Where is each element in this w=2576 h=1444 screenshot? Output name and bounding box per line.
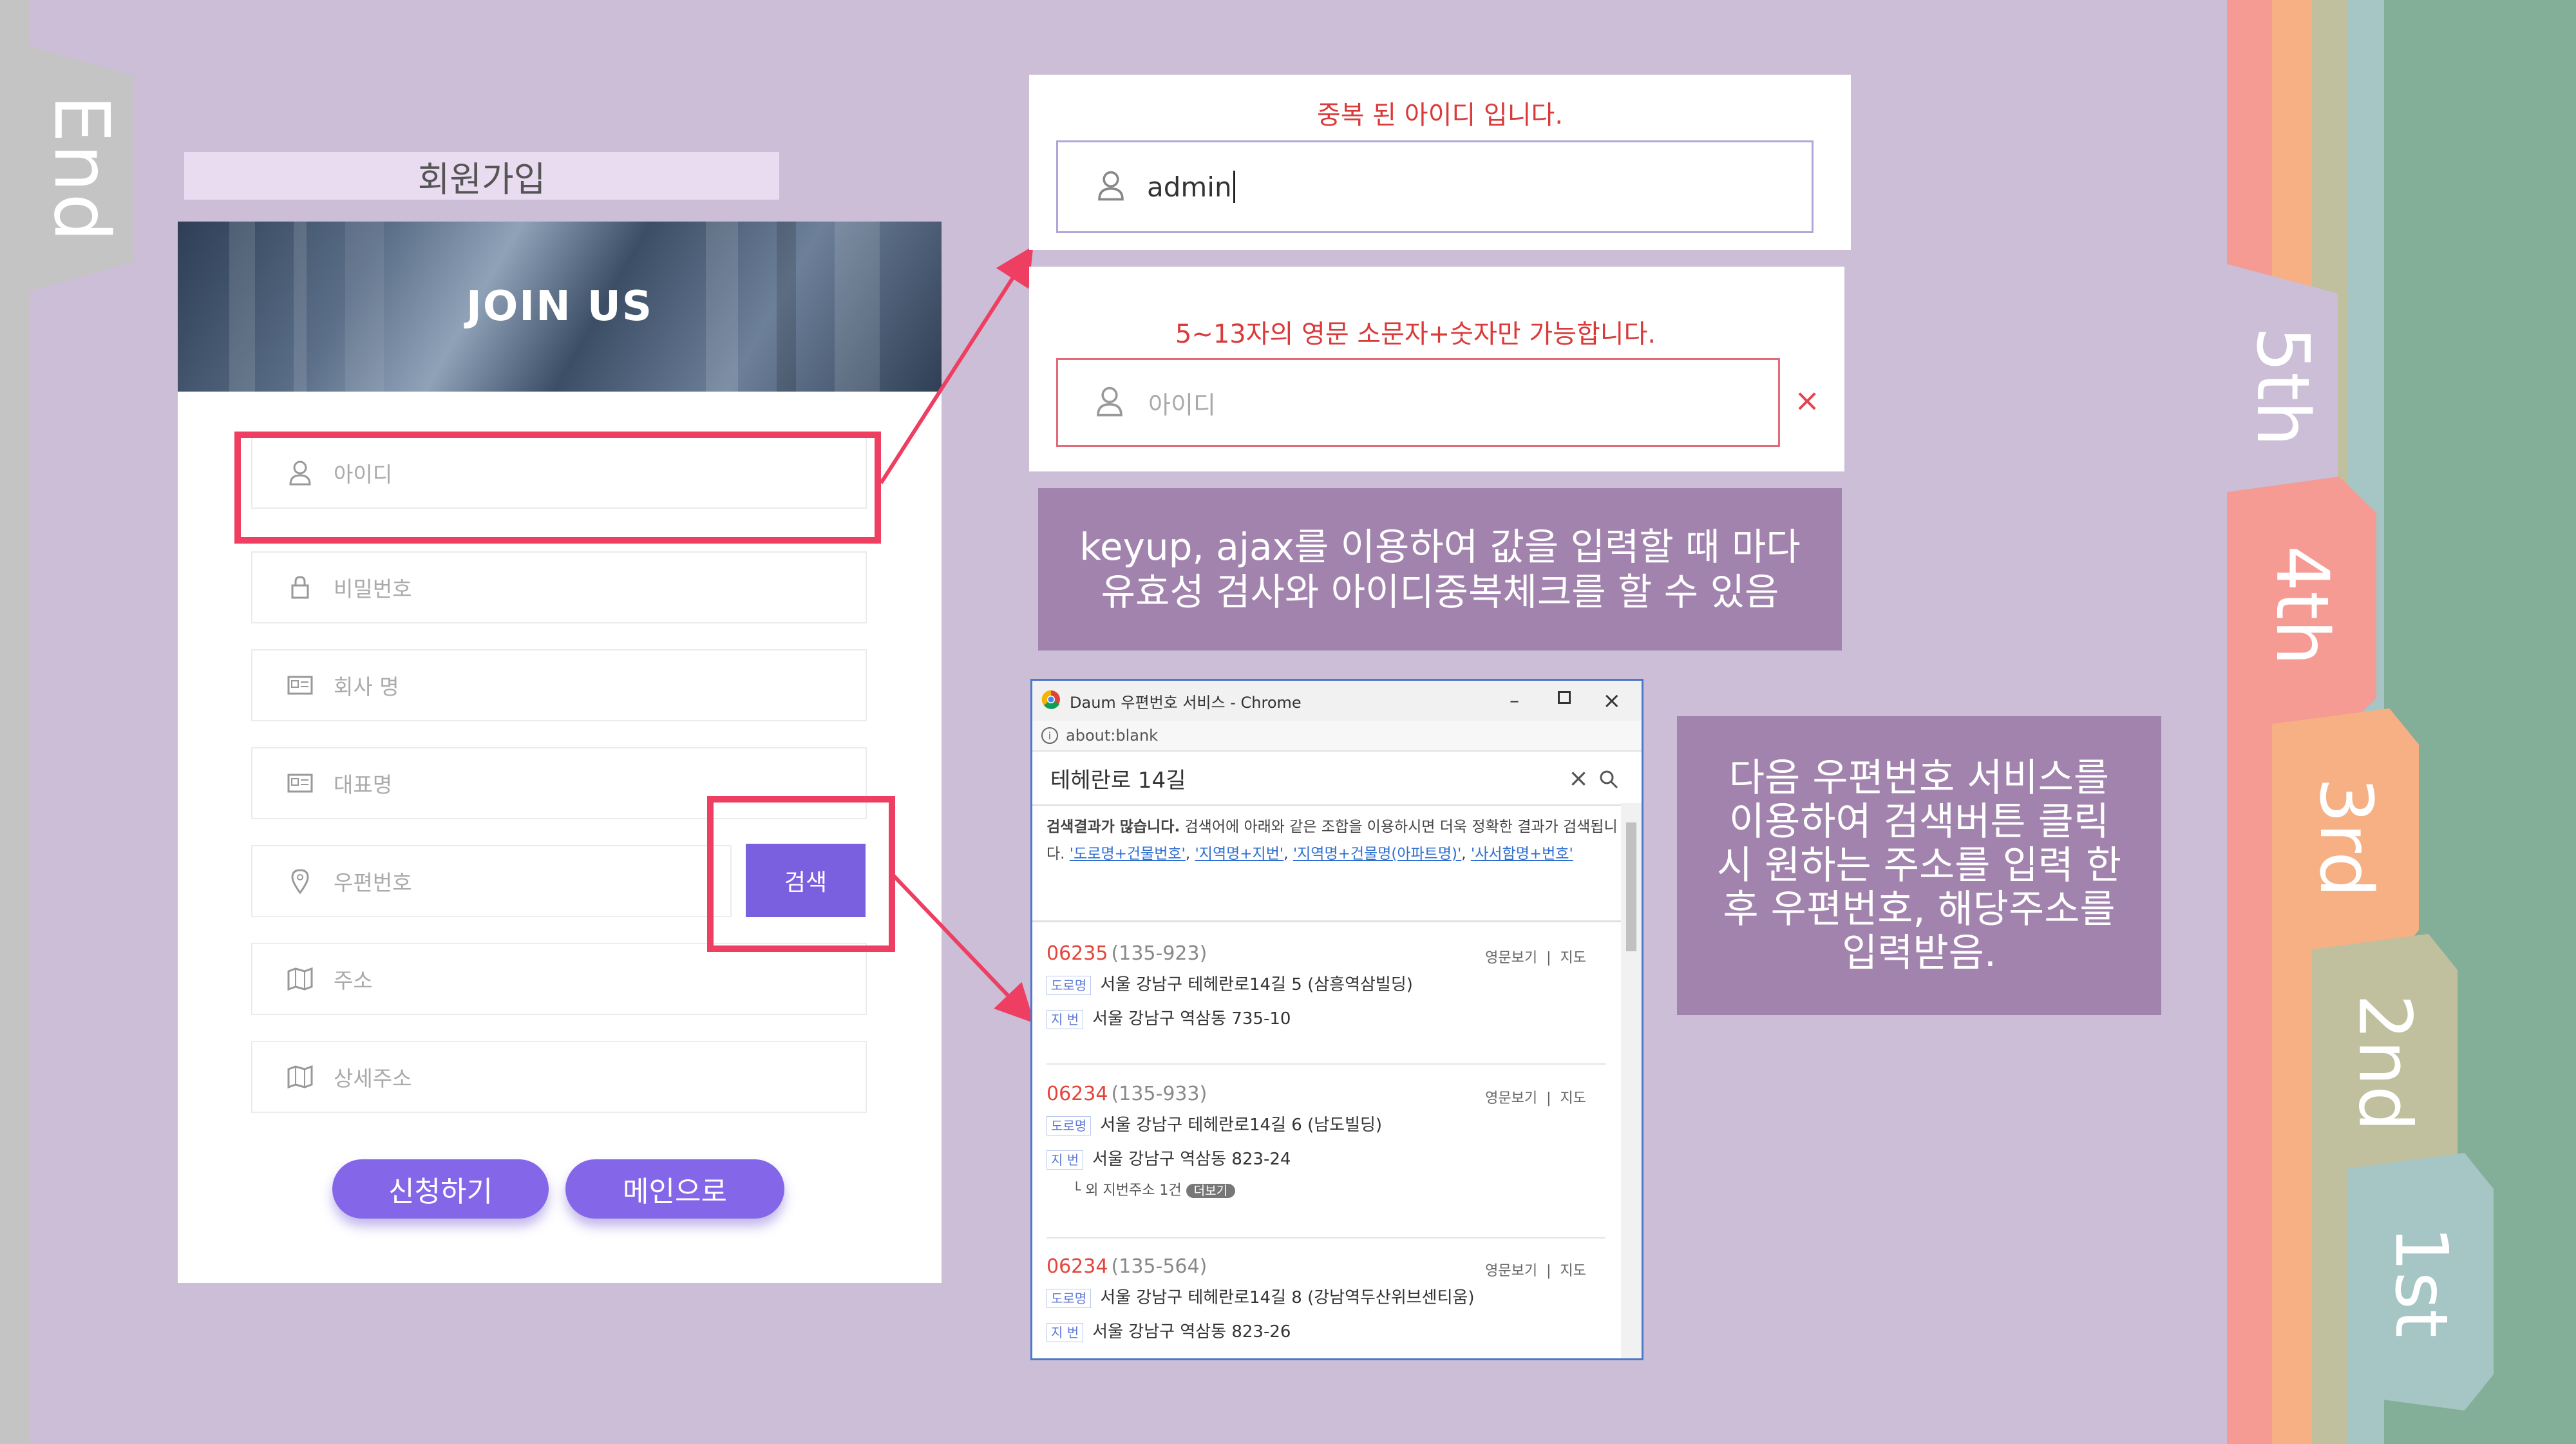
postcode-description-line-2: 이용하여 검색버튼 클릭 bbox=[1728, 799, 2110, 844]
invalid-id-message: 5~13자의 영문 소문자+숫자만 가능합니다. bbox=[1175, 319, 1656, 349]
user-icon bbox=[1097, 170, 1125, 204]
more-button[interactable]: 더보기 bbox=[1186, 1184, 1236, 1198]
ajax-description-line-1: keyup, ajax를 이용하여 값을 입력할 때 마다 bbox=[1079, 525, 1801, 569]
window-address-bar[interactable]: i about:blank bbox=[1032, 721, 1642, 752]
result-item[interactable]: 06234 (135-933) 영문보기 | 지도 도로명 서울 강남구 테헤란로… bbox=[1046, 1078, 1605, 1239]
scrollbar-thumb[interactable] bbox=[1626, 822, 1636, 951]
result-lot-address[interactable]: 서울 강남구 역삼동 823-26 bbox=[1092, 1322, 1291, 1342]
result-old-zip: (135-923) bbox=[1111, 942, 1208, 965]
arrow-to-postcode-window bbox=[892, 874, 1035, 1023]
clear-query-icon[interactable]: × bbox=[1568, 764, 1589, 792]
notice-link-pobox[interactable]: '사서함명+번호' bbox=[1471, 846, 1573, 862]
result-road-address[interactable]: 서울 강남구 테헤란로14길 6 (남도빌딩) bbox=[1100, 1116, 1382, 1135]
view-english-link[interactable]: 영문보기 bbox=[1485, 1090, 1537, 1107]
duplicate-id-value: admin bbox=[1147, 171, 1232, 203]
map-link[interactable]: 지도 bbox=[1560, 1263, 1586, 1279]
result-item[interactable]: 06235 (135-923) 영문보기 | 지도 도로명 서울 강남구 테헤란로… bbox=[1046, 937, 1605, 1065]
postcode-popup-window: Daum 우편번호 서비스 - Chrome – × i about:blank… bbox=[1030, 679, 1643, 1360]
search-notice: 검색결과가 많습니다. 검색어에 아래와 같은 조합을 이용하시면 더욱 정확한… bbox=[1046, 819, 1618, 862]
result-zip: 06234 bbox=[1046, 1255, 1108, 1278]
result-road-address[interactable]: 서울 강남구 테헤란로14길 8 (강남역두산위브센티움) bbox=[1100, 1288, 1474, 1307]
window-titlebar: Daum 우편번호 서비스 - Chrome – × bbox=[1032, 681, 1642, 721]
result-extra-lot: └ 외 지번주소 1건 bbox=[1072, 1183, 1182, 1199]
notice-link-road[interactable]: '도로명+건물번호' bbox=[1070, 846, 1186, 862]
close-icon[interactable]: × bbox=[1603, 688, 1622, 714]
window-url: about:blank bbox=[1066, 727, 1159, 745]
lot-tag: 지 번 bbox=[1046, 1150, 1084, 1170]
duplicate-id-input[interactable]: admin bbox=[1056, 140, 1814, 233]
arrow-to-id-validation bbox=[879, 245, 1034, 484]
postcode-description-line-1: 다음 우편번호 서비스를 bbox=[1728, 755, 2110, 801]
result-zip: 06234 bbox=[1046, 1083, 1108, 1105]
postcode-search-bar[interactable]: 테헤란로 14길 × bbox=[1032, 752, 1642, 806]
info-icon: i bbox=[1041, 727, 1058, 744]
minimize-icon[interactable]: – bbox=[1510, 690, 1519, 712]
postcode-search-query: 테헤란로 14길 bbox=[1050, 767, 1186, 793]
result-zip: 06235 bbox=[1046, 942, 1108, 965]
postcode-description-line-3: 시 원하는 주소를 입력 한 bbox=[1716, 843, 2122, 888]
chrome-icon bbox=[1041, 690, 1061, 712]
notice-link-lot[interactable]: '지역명+지번' bbox=[1195, 846, 1283, 862]
ajax-description-line-2: 유효성 검사와 아이디중복체크를 할 수 있음 bbox=[1101, 570, 1779, 614]
user-icon bbox=[1095, 386, 1124, 419]
road-tag: 도로명 bbox=[1046, 976, 1092, 995]
postcode-description-line-5: 입력받음. bbox=[1842, 931, 1996, 976]
text-cursor bbox=[1233, 171, 1235, 203]
results-divider bbox=[1032, 920, 1621, 922]
view-english-link[interactable]: 영문보기 bbox=[1485, 1263, 1537, 1279]
result-old-zip: (135-933) bbox=[1111, 1083, 1208, 1105]
clear-icon[interactable]: × bbox=[1794, 383, 1820, 419]
postcode-description-line-4: 후 우편번호, 해당주소를 bbox=[1723, 887, 2116, 932]
road-tag: 도로명 bbox=[1046, 1116, 1092, 1135]
search-notice-bold: 검색결과가 많습니다. bbox=[1046, 819, 1180, 835]
notice-link-building[interactable]: '지역명+건물명(아파트명)' bbox=[1293, 846, 1461, 862]
maximize-icon[interactable] bbox=[1558, 691, 1571, 704]
postcode-description-box: 다음 우편번호 서비스를 이용하여 검색버튼 클릭 시 원하는 주소를 입력 한… bbox=[1677, 716, 2161, 1015]
search-icon[interactable] bbox=[1599, 770, 1618, 792]
road-tag: 도로명 bbox=[1046, 1289, 1092, 1308]
result-old-zip: (135-564) bbox=[1111, 1255, 1208, 1278]
invalid-id-input[interactable]: 아이디 bbox=[1056, 358, 1780, 447]
window-title: Daum 우편번호 서비스 - Chrome bbox=[1070, 693, 1302, 712]
lot-tag: 지 번 bbox=[1046, 1010, 1084, 1029]
result-road-address[interactable]: 서울 강남구 테헤란로14길 5 (삼흥역삼빌딩) bbox=[1100, 975, 1413, 994]
map-link[interactable]: 지도 bbox=[1560, 950, 1586, 966]
result-item[interactable]: 06234 (135-564) 영문보기 | 지도 도로명 서울 강남구 테헤란로… bbox=[1046, 1250, 1605, 1358]
result-lot-address[interactable]: 서울 강남구 역삼동 823-24 bbox=[1092, 1150, 1291, 1169]
view-english-link[interactable]: 영문보기 bbox=[1485, 950, 1537, 966]
result-lot-address[interactable]: 서울 강남구 역삼동 735-10 bbox=[1092, 1009, 1291, 1029]
invalid-id-placeholder: 아이디 bbox=[1148, 390, 1216, 419]
scrollbar[interactable] bbox=[1621, 803, 1642, 1358]
lot-tag: 지 번 bbox=[1046, 1323, 1084, 1342]
ajax-description-box: keyup, ajax를 이용하여 값을 입력할 때 마다 유효성 검사와 아이… bbox=[1038, 488, 1842, 651]
duplicate-id-message: 중복 된 아이디 입니다. bbox=[1316, 100, 1564, 130]
map-link[interactable]: 지도 bbox=[1560, 1090, 1586, 1107]
